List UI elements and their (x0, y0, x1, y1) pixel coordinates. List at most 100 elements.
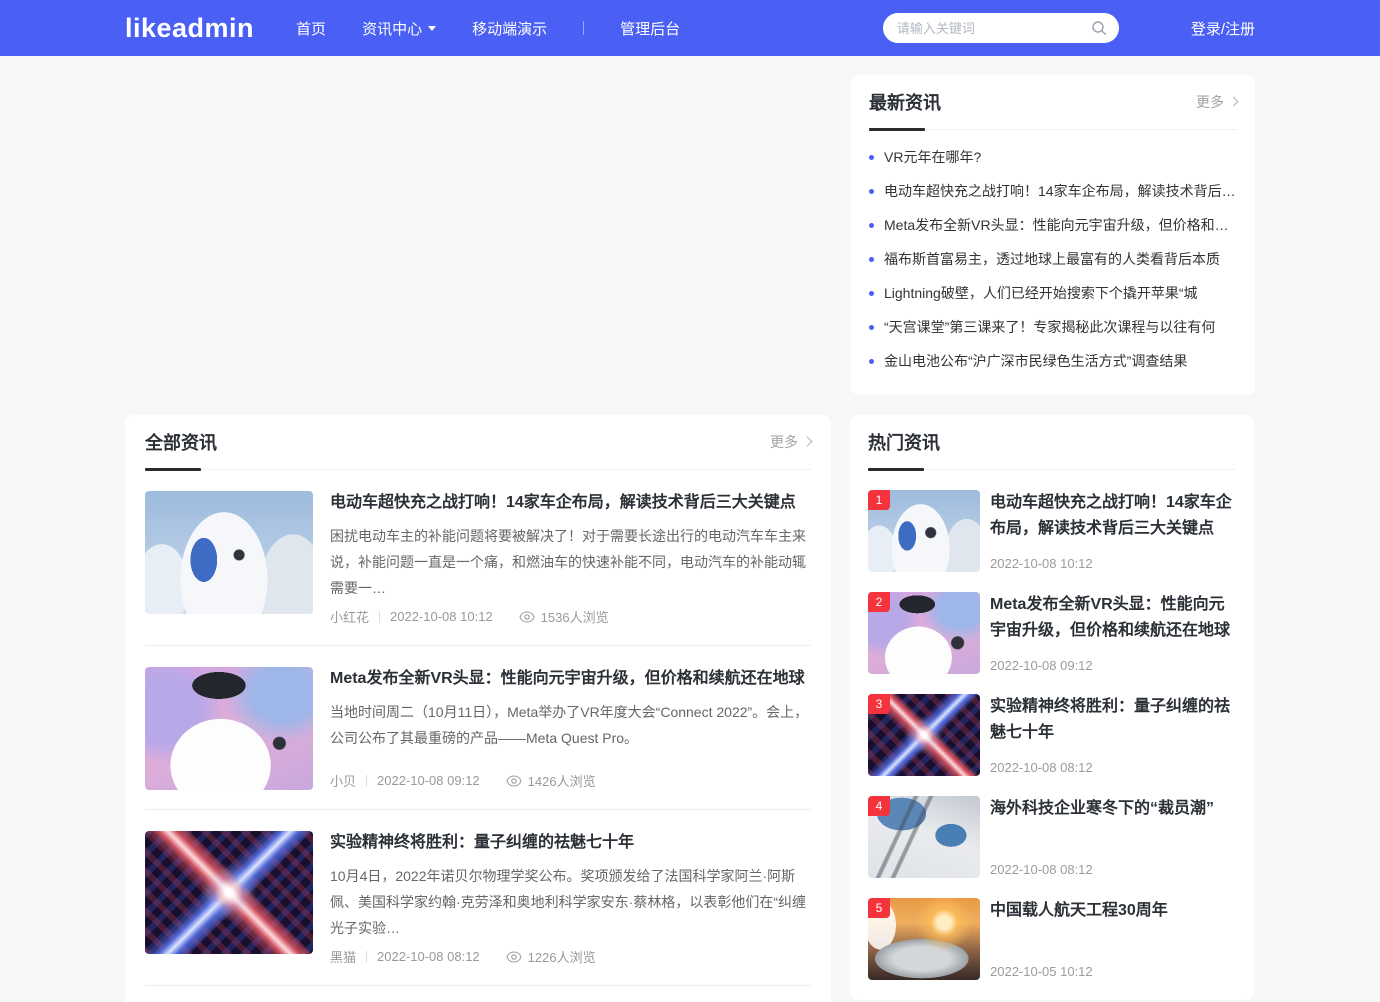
bullet-icon (869, 291, 874, 296)
meta-separator (366, 951, 367, 963)
bullet-icon (869, 223, 874, 228)
chevron-right-icon (803, 437, 813, 447)
hot-news-title[interactable]: 海外科技企业寒冬下的“裁员潮” (990, 796, 1236, 822)
latest-news-header: 最新资讯 更多 (869, 75, 1237, 130)
article-card[interactable]: 实验精神终将胜利：量子纠缠的祛魅七十年 10月4日，2022年诺贝尔物理学奖公布… (145, 810, 811, 986)
hot-news-title[interactable]: Meta发布全新VR头显：性能向元宇宙升级，但价格和续航还在地球 (990, 592, 1236, 644)
latest-news-item[interactable]: 金山电池公布“沪广深市民绿色生活方式”调查结果 (869, 344, 1237, 378)
logo[interactable]: likeadmin (125, 13, 254, 44)
article-card[interactable]: 电动车超快充之战打响！14家车企布局，解读技术背后三大关键点 困扰电动车主的补能… (145, 470, 811, 646)
latest-news-item[interactable]: “天宫课堂”第三课来了！专家揭秘此次课程与以往有何 (869, 310, 1237, 344)
hot-news-item[interactable]: 2 Meta发布全新VR头显：性能向元宇宙升级，但价格和续航还在地球 2022-… (868, 592, 1236, 674)
latest-news-item[interactable]: 福布斯首富易主，透过地球上最富有的人类看背后本质 (869, 242, 1237, 276)
article-date: 2022-10-08 09:12 (377, 773, 480, 788)
search-icon[interactable] (1091, 20, 1107, 36)
hot-thumbnail-wrap[interactable]: 2 (868, 592, 980, 674)
latest-news-title: Meta发布全新VR头显：性能向元宇宙升级，但价格和续…还 (884, 215, 1237, 235)
article-excerpt: 10月4日，2022年诺贝尔物理学奖公布。奖项颁发给了法国科学家阿兰·阿斯佩、美… (330, 863, 811, 941)
nav-item-admin[interactable]: 管理后台 (620, 18, 680, 39)
bullet-icon (869, 359, 874, 364)
rank-badge: 2 (868, 592, 890, 612)
latest-news-list: VR元年在哪年? 电动车超快充之战打响！14家车企布局，解读技术背后三… Met… (869, 140, 1237, 378)
article-thumbnail[interactable] (145, 491, 313, 614)
hot-news-item[interactable]: 3 实验精神终将胜利：量子纠缠的祛魅七十年 2022-10-08 08:12 (868, 694, 1236, 776)
latest-news-item[interactable]: VR元年在哪年? (869, 140, 1237, 174)
rank-badge: 4 (868, 796, 890, 816)
hot-body: 实验精神终将胜利：量子纠缠的祛魅七十年 2022-10-08 08:12 (990, 694, 1236, 776)
nav-item-mobile-demo[interactable]: 移动端演示 (472, 18, 547, 39)
article-title[interactable]: 实验精神终将胜利：量子纠缠的祛魅七十年 (330, 831, 811, 854)
hot-news-item[interactable]: 5 中国载人航天工程30周年 2022-10-05 10:12 (868, 898, 1236, 980)
article-thumbnail[interactable] (145, 831, 313, 954)
hot-news-item[interactable]: 4 海外科技企业寒冬下的“裁员潮” 2022-10-08 08:12 (868, 796, 1236, 878)
panel-title: 最新资讯 (869, 75, 941, 129)
latest-news-item[interactable]: Meta发布全新VR头显：性能向元宇宙升级，但价格和续…还 (869, 208, 1237, 242)
article-meta: 小贝 2022-10-08 09:12 1426人浏览 (330, 765, 811, 790)
hot-news-date: 2022-10-05 10:12 (990, 963, 1236, 980)
chevron-right-icon (1229, 97, 1239, 107)
hot-thumbnail-wrap[interactable]: 5 (868, 898, 980, 980)
latest-news-item[interactable]: 电动车超快充之战打响！14家车企布局，解读技术背后三… (869, 174, 1237, 208)
nav-divider (583, 21, 584, 35)
hot-news-title[interactable]: 实验精神终将胜利：量子纠缠的祛魅七十年 (990, 694, 1236, 746)
nav-item-label: 资讯中心 (362, 18, 422, 39)
title-underline (868, 468, 924, 471)
hot-body: 中国载人航天工程30周年 2022-10-05 10:12 (990, 898, 1236, 980)
article-list: 电动车超快充之战打响！14家车企布局，解读技术背后三大关键点 困扰电动车主的补能… (145, 470, 811, 1002)
article-views: 1536人浏览 (519, 607, 609, 626)
hot-news-date: 2022-10-08 09:12 (990, 657, 1236, 674)
article-title[interactable]: 电动车超快充之战打响！14家车企布局，解读技术背后三大关键点 (330, 491, 811, 514)
top-navbar: likeadmin 首页 资讯中心 移动端演示 管理后台 (0, 0, 1380, 56)
latest-news-panel: 最新资讯 更多 VR元年在哪年? 电动 (851, 75, 1255, 395)
latest-news-item[interactable]: Lightning破壁，人们已经开始搜索下个撬开苹果“城 (869, 276, 1237, 310)
article-meta: 小红花 2022-10-08 10:12 1536人浏览 (330, 601, 811, 626)
nav-item-news-center[interactable]: 资讯中心 (362, 18, 436, 39)
article-author: 小贝 (330, 771, 356, 790)
hot-news-list: 1 电动车超快充之战打响！14家车企布局，解读技术背后三大关键点 2022-10… (868, 490, 1236, 980)
rank-badge: 1 (868, 490, 890, 510)
latest-more-link[interactable]: 更多 (1196, 92, 1237, 112)
hot-news-date: 2022-10-08 08:12 (990, 759, 1236, 776)
hot-thumbnail-wrap[interactable]: 3 (868, 694, 980, 776)
login-register-link[interactable]: 登录/注册 (1191, 18, 1255, 39)
latest-news-title: 金山电池公布“沪广深市民绿色生活方式”调查结果 (884, 351, 1187, 371)
latest-news-title: 福布斯首富易主，透过地球上最富有的人类看背后本质 (884, 249, 1220, 269)
article-card[interactable]: Meta发布全新VR头显：性能向元宇宙升级，但价格和续航还在地球 当地时间周二（… (145, 646, 811, 810)
bullet-icon (869, 325, 874, 330)
views-count: 1426人浏览 (528, 771, 596, 790)
title-underline (145, 468, 201, 471)
rank-badge: 3 (868, 694, 890, 714)
hot-news-title[interactable]: 电动车超快充之战打响！14家车企布局，解读技术背后三大关键点 (990, 490, 1236, 542)
article-body: 电动车超快充之战打响！14家车企布局，解读技术背后三大关键点 困扰电动车主的补能… (330, 491, 811, 626)
nav-item-label: 移动端演示 (472, 18, 547, 39)
hot-news-item[interactable]: 1 电动车超快充之战打响！14家车企布局，解读技术背后三大关键点 2022-10… (868, 490, 1236, 572)
article-date: 2022-10-08 10:12 (390, 609, 493, 624)
search-input[interactable] (895, 20, 1091, 37)
article-title[interactable]: Meta发布全新VR头显：性能向元宇宙升级，但价格和续航还在地球 (330, 667, 811, 690)
views-count: 1226人浏览 (528, 947, 596, 966)
all-news-header: 全部资讯 更多 (145, 415, 811, 470)
nav-item-label: 首页 (296, 18, 326, 39)
meta-separator (366, 775, 367, 787)
hot-news-header: 热门资讯 (868, 415, 1236, 470)
article-card[interactable]: 海外科技企业寒冬下的“裁员潮” (145, 986, 811, 1002)
hot-news-date: 2022-10-08 08:12 (990, 861, 1236, 878)
latest-news-title: VR元年在哪年? (884, 147, 981, 167)
article-views: 1226人浏览 (506, 947, 596, 966)
article-date: 2022-10-08 08:12 (377, 949, 480, 964)
nav-item-home[interactable]: 首页 (296, 18, 326, 39)
meta-separator (379, 611, 380, 623)
article-author: 小红花 (330, 607, 369, 626)
all-news-more-link[interactable]: 更多 (770, 432, 811, 452)
nav-item-label: 管理后台 (620, 18, 680, 39)
latest-news-title: Lightning破壁，人们已经开始搜索下个撬开苹果“城 (884, 283, 1198, 303)
hot-thumbnail-wrap[interactable]: 1 (868, 490, 980, 572)
latest-news-title: “天宫课堂”第三课来了！专家揭秘此次课程与以往有何 (884, 317, 1215, 337)
page: likeadmin 首页 资讯中心 移动端演示 管理后台 (0, 0, 1380, 1002)
panel-title: 热门资讯 (868, 415, 940, 469)
hot-news-title[interactable]: 中国载人航天工程30周年 (990, 898, 1236, 924)
eye-icon (519, 611, 535, 623)
hot-body: 海外科技企业寒冬下的“裁员潮” 2022-10-08 08:12 (990, 796, 1236, 878)
article-thumbnail[interactable] (145, 667, 313, 790)
hot-thumbnail-wrap[interactable]: 4 (868, 796, 980, 878)
